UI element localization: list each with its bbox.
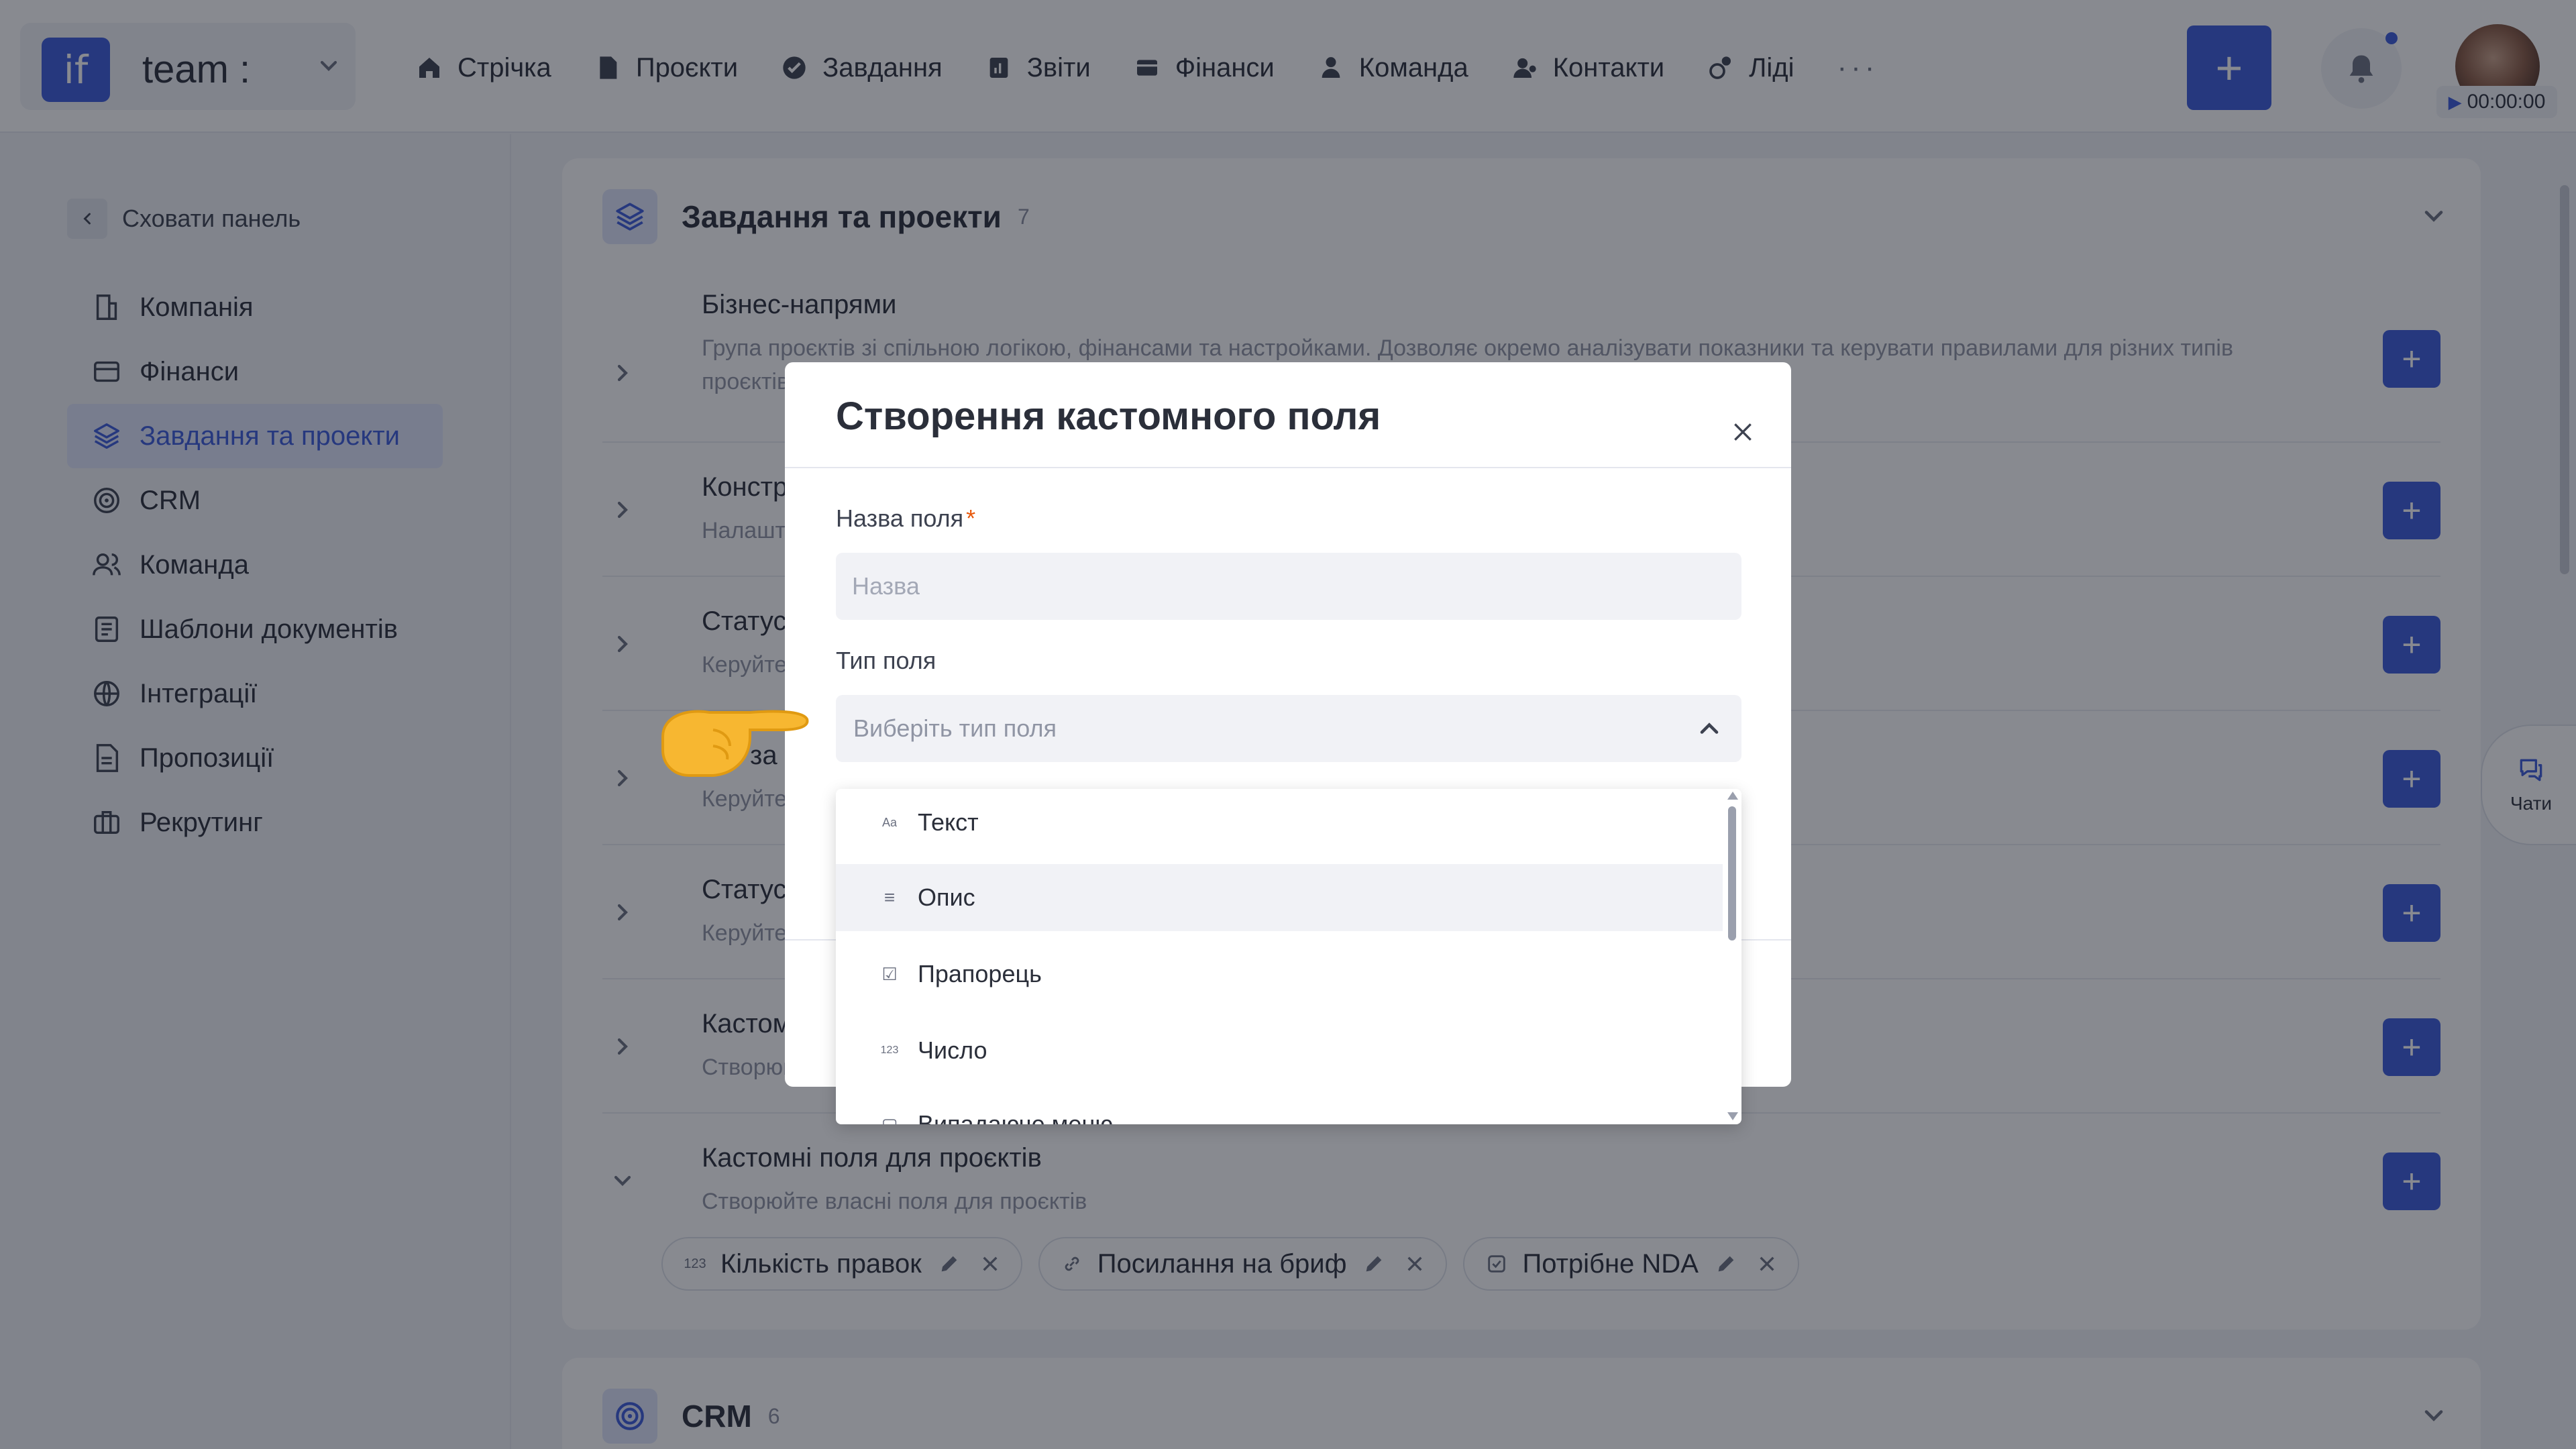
scroll-down-icon[interactable] bbox=[1727, 1112, 1738, 1120]
option-description[interactable]: ≡ Опис bbox=[836, 864, 1723, 931]
close-icon bbox=[1734, 423, 1752, 441]
option-dropdown[interactable]: ▢ Випадаюче меню bbox=[836, 1091, 1723, 1124]
required-mark: * bbox=[966, 504, 976, 532]
text-icon: Aa bbox=[881, 815, 898, 829]
dropdown-icon: ▢ bbox=[881, 1114, 898, 1125]
paragraph-icon: ≡ bbox=[883, 887, 896, 908]
checkbox-icon: ☑ bbox=[881, 963, 898, 984]
option-label: Число bbox=[918, 1036, 987, 1064]
field-name-input[interactable] bbox=[836, 553, 1741, 620]
option-label: Прапорець bbox=[918, 960, 1042, 987]
modal-title: Створення кастомного поля bbox=[836, 394, 1381, 438]
divider bbox=[785, 467, 1791, 468]
field-type-select[interactable]: Виберіть тип поля bbox=[836, 695, 1741, 762]
option-label: Опис bbox=[918, 883, 975, 911]
chevron-up-icon bbox=[1700, 722, 1719, 734]
option-checkbox[interactable]: ☑ Прапорець bbox=[836, 941, 1723, 1008]
select-placeholder: Виберіть тип поля bbox=[853, 714, 1057, 742]
field-type-label: Тип поля bbox=[836, 647, 936, 674]
label-text: Назва поля bbox=[836, 504, 964, 532]
field-name-label: Назва поля * bbox=[836, 504, 975, 533]
scroll-thumb[interactable] bbox=[1728, 806, 1736, 941]
option-number[interactable]: 123 Число bbox=[836, 1017, 1723, 1084]
option-label: Випадаюче меню bbox=[918, 1110, 1114, 1124]
option-text[interactable]: Aa Текст bbox=[836, 789, 1723, 856]
pointing-hand-icon bbox=[661, 710, 809, 777]
scroll-up-icon[interactable] bbox=[1727, 792, 1738, 800]
option-label: Текст bbox=[918, 808, 979, 836]
close-button[interactable] bbox=[1724, 413, 1762, 451]
number-icon: 123 bbox=[880, 1044, 899, 1056]
field-type-options: Aa Текст ≡ Опис ☑ Прапорець 123 Число ▢ … bbox=[836, 789, 1741, 1124]
